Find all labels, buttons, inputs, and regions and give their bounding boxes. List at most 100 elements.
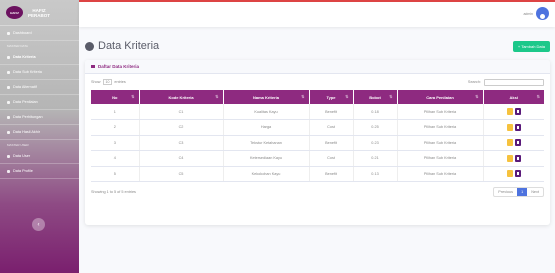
- cell-nama: Harga: [223, 119, 310, 136]
- sidebar-item-data-kriteria[interactable]: Data Kriteria: [0, 50, 79, 65]
- edit-button[interactable]: [506, 108, 513, 115]
- table-icon: [91, 65, 95, 68]
- cell-cara: Pilihan Sub Kriteria: [397, 150, 484, 167]
- edit-icon: [7, 100, 10, 104]
- search-input[interactable]: [484, 78, 544, 86]
- sidebar-item-data-profile[interactable]: Data Profile: [0, 164, 79, 179]
- cell-aksi: [483, 150, 544, 167]
- cell-cara: Pilihan Sub Kriteria: [397, 119, 484, 136]
- column-header-bobot[interactable]: Bobot ⇅: [353, 90, 398, 104]
- cell-cara: Pilihan Sub Kriteria: [397, 135, 484, 151]
- cell-aksi: [483, 135, 544, 151]
- chevron-left-icon: ‹: [37, 221, 40, 228]
- column-header-kode[interactable]: Kode Kriteria ⇅: [139, 90, 224, 104]
- cell-type: Benefit: [309, 104, 354, 120]
- column-header-type[interactable]: Type ⇅: [309, 90, 354, 104]
- user-name: admin: [523, 11, 533, 16]
- brand[interactable]: HAFIZ HAFIZ PERABOT: [0, 0, 79, 26]
- table-footer: Showing 1 to 5 of 5 entries Previous 1 N…: [85, 182, 550, 202]
- entries-length: Show 10 entries: [91, 79, 126, 85]
- cell-bobot: 0.25: [353, 119, 398, 136]
- page-title: Data Kriteria: [85, 40, 159, 52]
- table-row: 1 C1 Kualitas Kayu Benefit 0.18 Pilihan …: [91, 104, 544, 120]
- cube-icon: [7, 55, 10, 59]
- sidebar-item-data-hasil-akhir[interactable]: Data Hasil Akhir: [0, 125, 79, 140]
- cell-no: 4: [91, 150, 140, 167]
- table-row: 2 C2 Harga Cost 0.25 Pilihan Sub Kriteri…: [91, 119, 544, 136]
- delete-button[interactable]: [514, 123, 521, 131]
- delete-button[interactable]: [514, 154, 521, 162]
- user-avatar-icon: [536, 7, 549, 20]
- kriteria-card: Daftar Data Kriteria Show 10 entries Sea…: [85, 60, 550, 225]
- cell-bobot: 0.18: [353, 104, 398, 120]
- cell-bobot: 0.23: [353, 135, 398, 151]
- sidebar-item-label: Data Sub Kriteria: [13, 70, 42, 74]
- table-row: 4 C4 Ketersediaan Kayu Cost 0.21 Pilihan…: [91, 150, 544, 167]
- column-header-nama[interactable]: Nama Kriteria ⇅: [223, 90, 310, 104]
- cell-cara: Pilihan Sub Kriteria: [397, 104, 484, 120]
- edit-button[interactable]: [506, 139, 513, 147]
- page-header: Data Kriteria + Tambah Data: [85, 38, 550, 54]
- delete-button[interactable]: [514, 108, 521, 115]
- topbar: admin: [79, 0, 555, 27]
- kriteria-table: No ⇅ Kode Kriteria ⇅ Nama Kriteria ⇅ Type ⇅ …: [91, 90, 544, 182]
- show-label: Show: [91, 80, 101, 84]
- cell-no: 2: [91, 119, 140, 136]
- delete-button[interactable]: [514, 170, 521, 178]
- sidebar-toggle-button[interactable]: ‹: [32, 218, 45, 231]
- cell-type: Cost: [309, 150, 354, 167]
- edit-button[interactable]: [506, 170, 513, 178]
- sidebar-item-dashboard[interactable]: Dashboard: [0, 26, 79, 41]
- sidebar-item-label: Data Profile: [13, 169, 33, 173]
- user-menu[interactable]: admin: [523, 7, 549, 20]
- brand-name: HAFIZ PERABOT: [28, 8, 50, 18]
- brand-logo: HAFIZ: [6, 6, 23, 19]
- sidebar-item-data-perhitungan[interactable]: Data Perhitungan: [0, 110, 79, 125]
- cell-nama: Ketersediaan Kayu: [223, 150, 310, 167]
- edit-button[interactable]: [506, 123, 513, 131]
- sidebar-item-data-user[interactable]: Data User: [0, 149, 79, 164]
- chart-icon: [7, 130, 10, 134]
- entries-select[interactable]: 10: [102, 79, 113, 85]
- cell-aksi: [483, 166, 544, 182]
- sidebar-item-label: Data Penilaian: [13, 100, 38, 104]
- sidebar-item-data-penilaian[interactable]: Data Penilaian: [0, 95, 79, 110]
- sidebar-heading-master-data: MASTER DATA: [7, 43, 28, 48]
- sidebar: HAFIZ HAFIZ PERABOT Dashboard MASTER DAT…: [0, 0, 79, 273]
- entries-label: entries: [114, 80, 126, 84]
- add-data-button[interactable]: + Tambah Data: [512, 40, 550, 52]
- search: Search:: [467, 78, 544, 86]
- brand-line2: PERABOT: [28, 12, 51, 18]
- pagination-next[interactable]: Next: [527, 188, 543, 196]
- table-header-row: No ⇅ Kode Kriteria ⇅ Nama Kriteria ⇅ Type ⇅ …: [91, 90, 544, 104]
- cell-kode: C1: [139, 104, 224, 120]
- edit-button[interactable]: [506, 154, 513, 162]
- table-row: 3 C3 Tekstur Ketahanan Benefit 0.23 Pili…: [91, 135, 544, 151]
- cell-bobot: 0.13: [353, 166, 398, 182]
- card-title: Daftar Data Kriteria: [98, 64, 140, 69]
- cell-nama: Kualitas Kayu: [223, 104, 310, 120]
- cell-cara: Pilihan Sub Kriteria: [397, 166, 484, 182]
- pagination: Previous 1 Next: [493, 187, 544, 197]
- search-label: Search:: [467, 80, 481, 84]
- delete-button[interactable]: [514, 139, 521, 147]
- column-header-no[interactable]: No ⇅: [91, 90, 140, 104]
- table-controls: Show 10 entries Search:: [85, 74, 550, 90]
- sidebar-item-data-alternatif[interactable]: Data Alternatif: [0, 80, 79, 95]
- dashboard-icon: [7, 31, 10, 35]
- column-header-cara[interactable]: Cara Penilaian ⇅: [397, 90, 484, 104]
- sidebar-item-label: Data Alternatif: [13, 85, 37, 89]
- cell-aksi: [483, 119, 544, 136]
- pagination-previous[interactable]: Previous: [494, 188, 517, 196]
- sidebar-item-label: Dashboard: [13, 31, 32, 35]
- calculator-icon: [7, 115, 10, 119]
- cell-type: Benefit: [309, 135, 354, 151]
- cell-bobot: 0.21: [353, 150, 398, 167]
- user-icon: [7, 154, 10, 158]
- cell-no: 5: [91, 166, 140, 182]
- users-icon: [7, 85, 10, 89]
- pagination-page-1[interactable]: 1: [517, 188, 528, 196]
- page-title-text: Data Kriteria: [98, 40, 160, 52]
- profile-icon: [7, 169, 10, 173]
- sidebar-item-data-sub-kriteria[interactable]: Data Sub Kriteria: [0, 65, 79, 80]
